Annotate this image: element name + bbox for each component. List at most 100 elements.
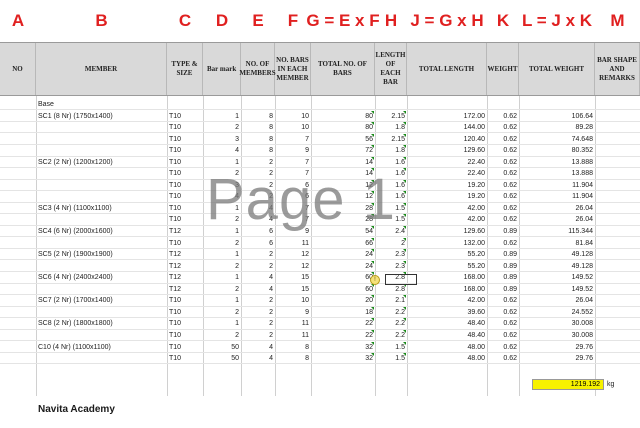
header-no-of-members[interactable]: NO. OF MEMBERS	[239, 43, 276, 95]
cell-tlen[interactable]: 39.60	[407, 307, 487, 317]
cell-nmem[interactable]: 2	[241, 307, 275, 317]
cell-member[interactable]: SC4 (6 Nr) (2000x1600)	[36, 226, 167, 236]
cell-member[interactable]	[36, 145, 167, 155]
cell-twt[interactable]: 24.552	[519, 307, 595, 317]
cell-nbars[interactable]: 12	[275, 249, 311, 259]
cell-total[interactable]: 80	[311, 111, 375, 121]
cell-member[interactable]: SC6 (4 Nr) (2400x2400)	[36, 272, 167, 282]
cell-wt[interactable]: 0.62	[487, 330, 519, 340]
cell-member[interactable]	[36, 191, 167, 201]
cell-no[interactable]	[0, 191, 36, 201]
cell-wt[interactable]: 0.62	[487, 353, 519, 363]
cell-tlen[interactable]: 19.20	[407, 180, 487, 190]
cell-type[interactable]: T10	[167, 318, 203, 328]
cell-total[interactable]: 60	[311, 284, 375, 294]
cell-twt[interactable]: 149.52	[519, 272, 595, 282]
cell-no[interactable]	[0, 342, 36, 352]
cell-type[interactable]: T12	[167, 272, 203, 282]
cell-member[interactable]	[36, 238, 167, 248]
grand-total-cell[interactable]: 1219.192	[532, 379, 604, 390]
cell-tlen[interactable]: 168.00	[407, 284, 487, 294]
cell-type[interactable]: T10	[167, 191, 203, 201]
cell-member[interactable]	[36, 307, 167, 317]
cell-nmem[interactable]: 2	[241, 330, 275, 340]
error-warning-icon[interactable]: !	[370, 275, 380, 285]
cell-type[interactable]: T12	[167, 226, 203, 236]
cell-member[interactable]	[36, 284, 167, 294]
cell-no[interactable]	[0, 284, 36, 294]
cell-total[interactable]: 56	[311, 134, 375, 144]
cell-mark[interactable]: 2	[203, 330, 241, 340]
cell-member[interactable]: C10 (4 Nr) (1100x1100)	[36, 342, 167, 352]
cell-nmem[interactable]: 8	[241, 122, 275, 132]
cell-no[interactable]	[0, 226, 36, 236]
header-total-weight[interactable]: TOTAL WEIGHT	[519, 43, 595, 95]
cell-twt[interactable]: 26.04	[519, 214, 595, 224]
cell-total[interactable]: 24	[311, 249, 375, 259]
cell-no[interactable]	[0, 122, 36, 132]
cell-total[interactable]: 32	[311, 342, 375, 352]
cell-tlen[interactable]: 55.20	[407, 249, 487, 259]
header-weight[interactable]: WEIGHT	[487, 43, 519, 95]
header-type-size[interactable]: TYPE & SIZE	[167, 43, 203, 95]
cell-type[interactable]: T12	[167, 284, 203, 294]
cell-nmem[interactable]: 4	[241, 272, 275, 282]
cell-mark[interactable]: 4	[203, 145, 241, 155]
cell-total[interactable]: 22	[311, 318, 375, 328]
cell-tlen[interactable]: 42.00	[407, 214, 487, 224]
cell-tlen[interactable]: 129.60	[407, 145, 487, 155]
cell-twt[interactable]: 26.04	[519, 295, 595, 305]
cell-no[interactable]	[0, 261, 36, 271]
cell-wt[interactable]: 0.89	[487, 284, 519, 294]
cell-no[interactable]	[0, 249, 36, 259]
cell-type[interactable]: T12	[167, 261, 203, 271]
cell-wt[interactable]: 0.62	[487, 295, 519, 305]
cell-member[interactable]	[36, 214, 167, 224]
cell-nbars[interactable]: 11	[275, 318, 311, 328]
cell-nmem[interactable]: 8	[241, 111, 275, 121]
cell-nbars[interactable]: 9	[275, 145, 311, 155]
cell-nbars[interactable]: 11	[275, 330, 311, 340]
cell-no[interactable]	[0, 157, 36, 167]
cell-tlen[interactable]: 55.20	[407, 261, 487, 271]
cell-nmem[interactable]: 4	[241, 353, 275, 363]
cell-tlen[interactable]: 42.00	[407, 203, 487, 213]
cell-wt[interactable]: 0.62	[487, 180, 519, 190]
cell-total[interactable]: 18	[311, 307, 375, 317]
cell-no[interactable]	[0, 168, 36, 178]
cell-mark[interactable]: 2	[203, 261, 241, 271]
cell-member[interactable]: SC5 (2 Nr) (1900x1900)	[36, 249, 167, 259]
cell-tlen[interactable]: 168.00	[407, 272, 487, 282]
cell-no[interactable]	[0, 295, 36, 305]
header-bars-each-member[interactable]: NO. BARS IN EACH MEMBER	[275, 43, 311, 95]
cell-nmem[interactable]: 6	[241, 238, 275, 248]
cell-nmem[interactable]: 4	[241, 342, 275, 352]
cell-member[interactable]	[36, 122, 167, 132]
cell-member[interactable]	[36, 330, 167, 340]
cell-wt[interactable]: 0.62	[487, 168, 519, 178]
cell-nmem[interactable]: 2	[241, 318, 275, 328]
cell-total[interactable]: 20	[311, 295, 375, 305]
cell-wt[interactable]: 0.62	[487, 145, 519, 155]
cell-no[interactable]	[0, 307, 36, 317]
cell-tlen[interactable]: 48.00	[407, 353, 487, 363]
cell-mark[interactable]: 2	[203, 122, 241, 132]
cell-wt[interactable]: 0.89	[487, 261, 519, 271]
cell-tlen[interactable]: 48.40	[407, 330, 487, 340]
cell-wt[interactable]: 0.62	[487, 342, 519, 352]
cell-type[interactable]: T10	[167, 122, 203, 132]
cell-tlen[interactable]: 132.00	[407, 238, 487, 248]
cell-total[interactable]: 66	[311, 238, 375, 248]
cell-total[interactable]: 24	[311, 261, 375, 271]
cell-twt[interactable]: 11.904	[519, 191, 595, 201]
cell-mark[interactable]: 1	[203, 295, 241, 305]
cell-no[interactable]	[0, 272, 36, 282]
cell-member[interactable]	[36, 261, 167, 271]
cell-member[interactable]	[36, 353, 167, 363]
cell-nbars[interactable]: 9	[275, 307, 311, 317]
cell-nbars[interactable]: 10	[275, 122, 311, 132]
cell-type[interactable]: T10	[167, 342, 203, 352]
cell-nbars[interactable]: 11	[275, 238, 311, 248]
cell-nbars[interactable]: 10	[275, 111, 311, 121]
cell-tlen[interactable]: 172.00	[407, 111, 487, 121]
